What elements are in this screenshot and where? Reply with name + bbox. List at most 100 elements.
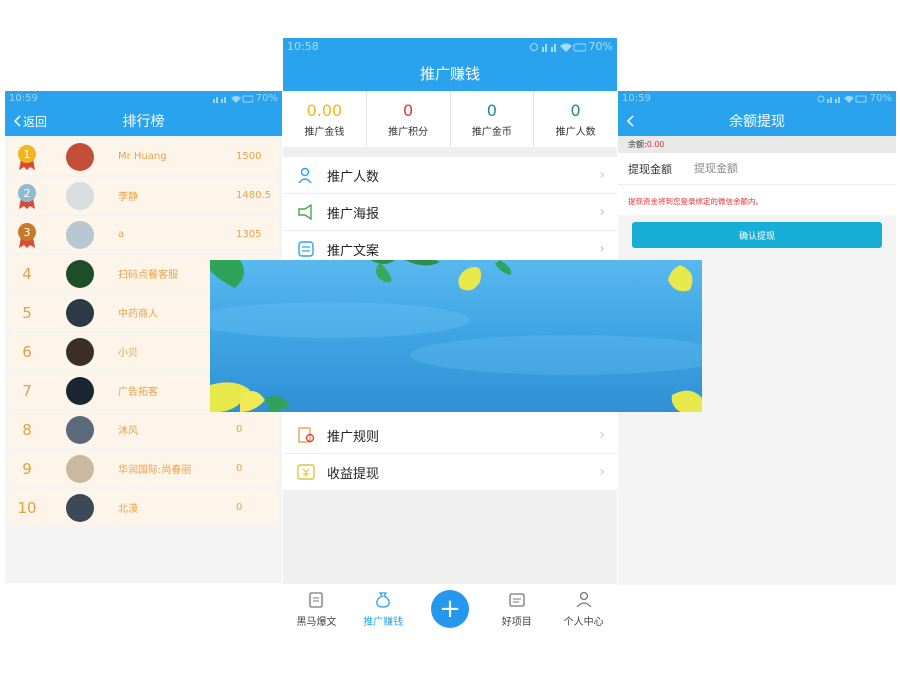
menu-item-label: 推广规则 — [327, 429, 380, 445]
page-title: 排行榜 — [122, 114, 165, 130]
withdraw-amount-label: 提现金额 — [628, 162, 672, 176]
confirm-withdraw-button[interactable]: 确认提现 — [632, 222, 882, 248]
rank-number: 4 — [22, 264, 32, 283]
stat-value: 0 — [570, 100, 581, 120]
plus-icon: + — [430, 590, 469, 628]
nav-item[interactable]: 推广赚钱 — [350, 590, 417, 628]
ranking-row: 3 a 1305 — [8, 216, 279, 253]
ranking-name: 扫码点餐客服 — [118, 270, 178, 281]
menu-item-label: 推广文案 — [327, 243, 380, 259]
nav-item[interactable]: 个人中心 — [550, 590, 617, 628]
stat-cell[interactable]: 0 推广金币 — [451, 91, 535, 147]
stat-value: 0 — [403, 100, 414, 120]
menu-item[interactable]: 推广海报 › — [283, 194, 617, 231]
chevron-right-icon: › — [599, 204, 605, 220]
ranking-name: Mr Huang — [118, 151, 167, 162]
page-title: 余额提现 — [729, 114, 785, 130]
balance-value: 0.00 — [646, 140, 665, 149]
nav-item-label: 黑马爆文 — [296, 617, 337, 628]
balance-row: 余额: 0.00 — [618, 136, 896, 153]
avatar[interactable] — [66, 493, 94, 522]
sky-banner-image — [210, 260, 702, 412]
ranking-row: 8 沐风 0 — [8, 411, 279, 448]
avatar[interactable] — [66, 454, 94, 483]
bottom-nav: 黑马爆文 推广赚钱 + 好项目 个人中心 — [283, 584, 617, 634]
back-button[interactable] — [626, 106, 636, 136]
avatar[interactable] — [66, 181, 94, 210]
withdraw-amount-input[interactable] — [694, 162, 834, 175]
ranking-score: 1480.5 — [236, 190, 271, 201]
signal-wifi-icon — [817, 95, 867, 103]
avatar[interactable] — [66, 298, 94, 327]
person-icon — [297, 166, 315, 184]
ranking-row: 10 北漠 0 — [8, 489, 279, 526]
avatar[interactable] — [66, 220, 94, 249]
status-bar: 10:59 70% — [5, 91, 282, 106]
avatar[interactable] — [66, 337, 94, 366]
rank-number: 1 — [8, 143, 46, 171]
menu-item[interactable]: 推广人数 › — [283, 157, 617, 194]
rank-number: 5 — [22, 303, 32, 322]
signal-wifi-icon — [212, 95, 253, 103]
stat-cell[interactable]: 0 推广积分 — [367, 91, 451, 147]
document-icon — [297, 240, 315, 258]
menu-item-label: 收益提现 — [327, 466, 380, 482]
ranking-name: 小贝 — [118, 348, 138, 359]
promotion-header: 推广赚钱 — [283, 55, 617, 91]
menu-item-label: 推广海报 — [327, 206, 380, 222]
add-button[interactable]: + — [417, 590, 484, 628]
avatar[interactable] — [66, 142, 94, 171]
nav-item-label: 好项目 — [501, 617, 532, 628]
status-time: 10:58 — [287, 40, 319, 53]
ranking-name: 北漠 — [118, 504, 138, 515]
rank-number: 10 — [17, 498, 37, 517]
menu-item[interactable]: 收益提现 › — [283, 454, 617, 491]
stat-label: 推广金钱 — [304, 126, 345, 138]
stat-cell[interactable]: 0.00 推广金钱 — [283, 91, 367, 147]
ranking-name: 沐风 — [118, 426, 138, 437]
nav-item[interactable]: 黑马爆文 — [283, 590, 350, 628]
medal-rank-text: 1 — [24, 148, 31, 161]
chevron-right-icon: › — [599, 167, 605, 183]
avatar[interactable] — [66, 259, 94, 288]
withdraw-icon — [297, 463, 315, 481]
rank-number: 8 — [22, 420, 32, 439]
chevron-right-icon: › — [599, 241, 605, 257]
status-time: 10:59 — [622, 93, 651, 104]
chevron-right-icon: › — [599, 464, 605, 480]
clipboard-icon — [307, 590, 325, 613]
balance-label: 余额: — [628, 140, 647, 149]
avatar[interactable] — [66, 376, 94, 405]
status-battery: 70% — [255, 93, 278, 104]
ranking-row: 1 Mr Huang 1500 — [8, 138, 279, 175]
rank-number: 9 — [22, 459, 32, 478]
stat-cell[interactable]: 0 推广人数 — [534, 91, 617, 147]
chevron-left-icon — [13, 115, 21, 127]
chevron-right-icon: › — [599, 427, 605, 443]
status-bar: 10:58 70% — [283, 38, 617, 55]
page-title: 推广赚钱 — [419, 64, 480, 83]
ranking-name: 李静 — [118, 192, 138, 203]
chevron-left-icon — [626, 115, 634, 127]
withdraw-amount-row: 提现金额 — [618, 153, 896, 184]
menu-item[interactable]: 推广规则 › — [283, 417, 617, 454]
ranking-score: 0 — [236, 502, 243, 513]
leaves-illustration — [210, 260, 702, 412]
medal-icon: 1 — [18, 144, 36, 170]
ranking-score: 1500 — [236, 151, 262, 162]
withdraw-notice: 提现资金将到您登录绑定的微信余额内。 — [618, 184, 896, 215]
stats-panel: 0.00 推广金钱 0 推广积分 0 推广金币 0 推广人数 — [283, 91, 617, 147]
back-label: 返回 — [23, 114, 48, 129]
folder-icon — [508, 590, 526, 613]
nav-item-label: 个人中心 — [563, 617, 604, 628]
status-icons: 70% — [212, 93, 278, 104]
ranking-score: 0 — [236, 463, 243, 474]
rank-number: 3 — [8, 221, 46, 249]
stat-label: 推广积分 — [388, 126, 429, 138]
ranking-name: 广告拓客 — [118, 387, 158, 398]
back-button[interactable]: 返回 — [13, 106, 47, 136]
ranking-row: 2 李静 1480.5 — [8, 177, 279, 214]
nav-item[interactable]: 好项目 — [483, 590, 550, 628]
stat-value: 0 — [486, 100, 497, 120]
avatar[interactable] — [66, 415, 94, 444]
